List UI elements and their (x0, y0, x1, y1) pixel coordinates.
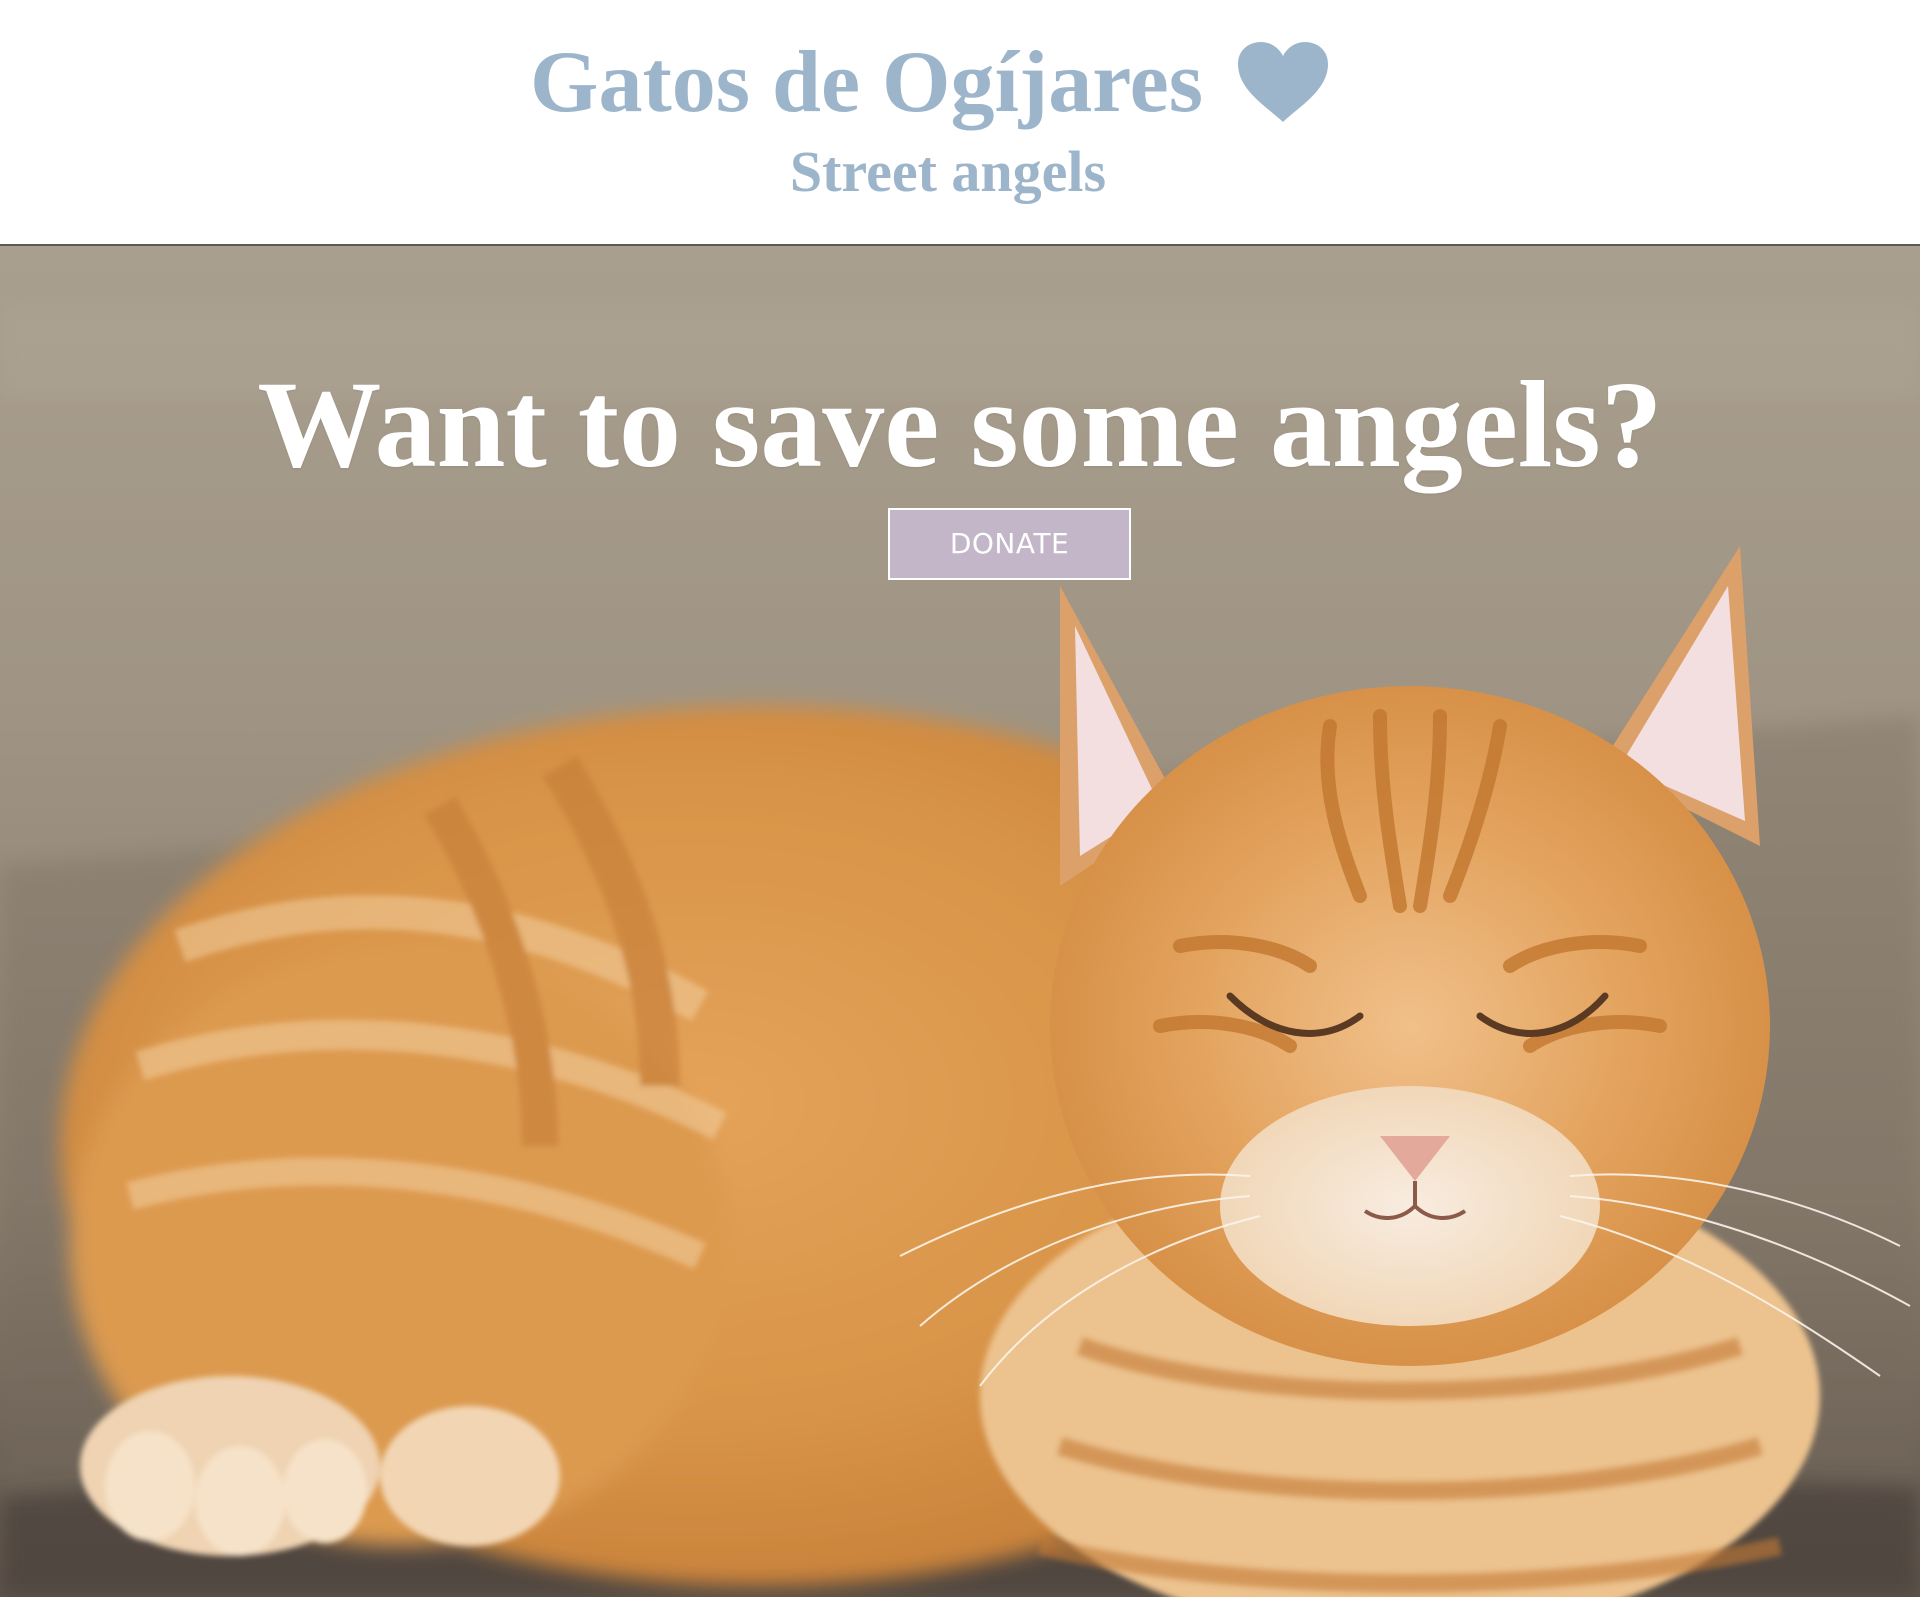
donate-button[interactable]: DONATE (888, 508, 1131, 580)
page: Gatos de Ogíjares Street angels Want to … (0, 0, 1920, 1597)
site-title[interactable]: Gatos de Ogíjares (530, 28, 1203, 138)
hero-section: Want to save some angels? DONATE (0, 246, 1920, 1597)
heart-icon (1238, 42, 1328, 122)
hero-heading: Want to save some angels? (257, 356, 1663, 493)
site-subtitle: Street angels (789, 139, 1107, 204)
site-header: Gatos de Ogíjares Street angels (0, 0, 1920, 246)
